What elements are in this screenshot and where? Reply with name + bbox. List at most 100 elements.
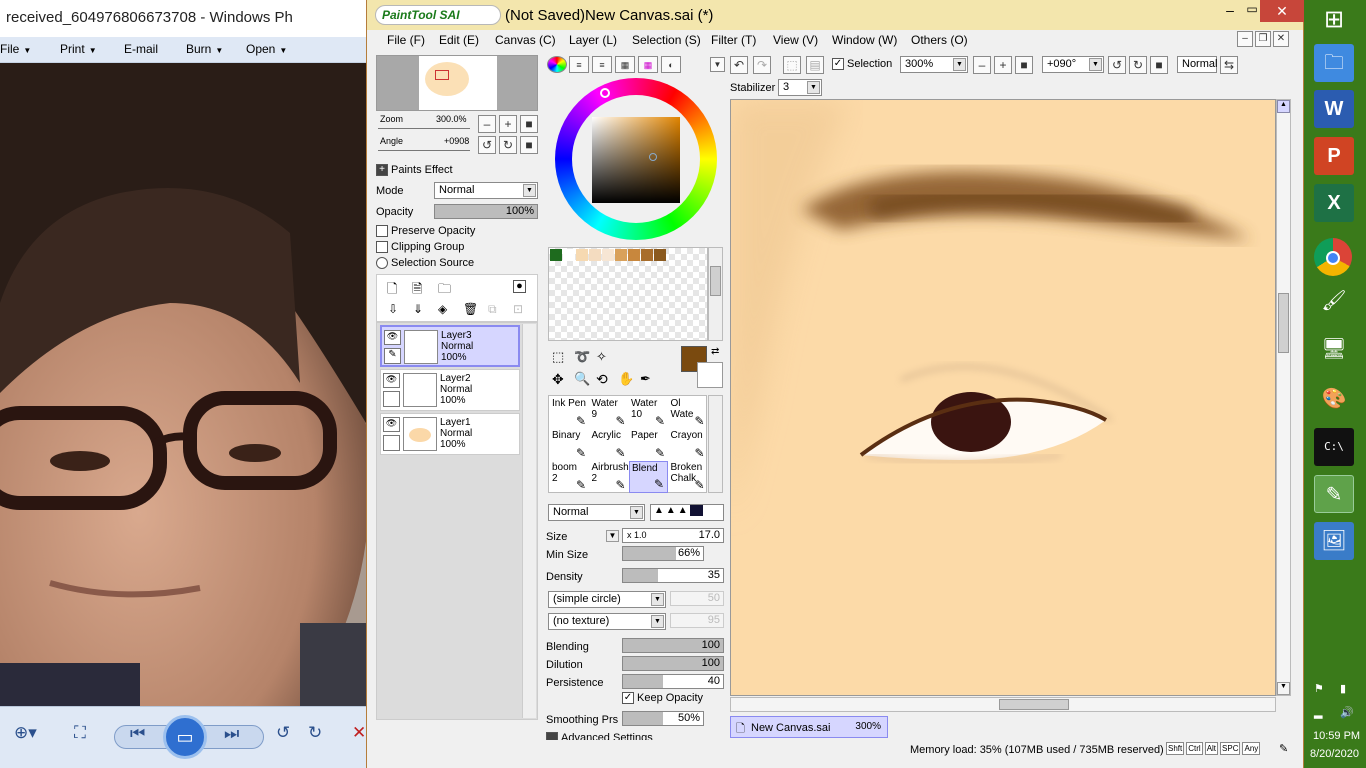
- undo-button[interactable]: ↶: [730, 56, 748, 74]
- remote-desktop-icon[interactable]: 🖥: [1314, 330, 1354, 368]
- brush-tool-boom[interactable]: boom 2 ✎: [550, 461, 589, 493]
- toolbar-rotate-reset-button[interactable]: ■: [1150, 56, 1168, 74]
- scratchpad-tab-icon[interactable]: ◐: [661, 56, 681, 73]
- color-wheel-tab-icon[interactable]: [547, 56, 567, 73]
- photo-viewer-icon[interactable]: 🖼: [1314, 522, 1354, 560]
- eyedropper-icon[interactable]: ✒: [640, 371, 651, 387]
- toolbar-zoom-reset-button[interactable]: ■: [1015, 56, 1033, 74]
- delete-icon[interactable]: ✕: [352, 723, 366, 743]
- canvas-horizontal-scrollbar[interactable]: [730, 697, 1276, 712]
- layer-mask-icon[interactable]: ●: [513, 280, 526, 293]
- new-linework-layer-icon[interactable]: 🗎: [412, 280, 422, 302]
- network-icon[interactable]: ▂: [1314, 706, 1322, 719]
- brush-shape-selector[interactable]: ▲▲▲: [650, 504, 724, 521]
- rotate-right-icon[interactable]: ↻: [308, 723, 322, 743]
- toolbar-rotate-left-button[interactable]: ↺: [1108, 56, 1126, 74]
- menu-file[interactable]: File (F): [387, 33, 425, 47]
- scroll-down-icon[interactable]: ▼: [1277, 682, 1290, 695]
- brush-tool-paper[interactable]: Paper ✎: [629, 429, 668, 461]
- lasso-select-icon[interactable]: ➰: [574, 349, 590, 365]
- advanced-settings-toggle[interactable]: Advanced Settings: [546, 732, 653, 740]
- transfer-down-icon[interactable]: ⇩: [388, 302, 398, 316]
- brush-tool-acrylic[interactable]: Acrylic ✎: [590, 429, 629, 461]
- smoothing-slider[interactable]: 50%: [622, 711, 704, 726]
- zoom-slider[interactable]: [378, 126, 470, 129]
- toolbar-rotate-right-button[interactable]: ↻: [1129, 56, 1147, 74]
- zoom-reset-button[interactable]: ■: [520, 115, 538, 133]
- file-explorer-icon[interactable]: 🗀: [1314, 44, 1354, 82]
- windows-start-icon[interactable]: ⊞: [1314, 1, 1354, 39]
- brush-tool-water[interactable]: Water 9 ✎: [590, 397, 629, 429]
- move-icon[interactable]: ✥: [552, 371, 564, 388]
- brush-tool-binary[interactable]: Binary ✎: [550, 429, 589, 461]
- menu-canvas[interactable]: Canvas (C): [495, 33, 556, 47]
- paint-tool-icon[interactable]: 🖌: [1314, 282, 1354, 320]
- color-swatch[interactable]: [602, 249, 614, 261]
- rotate-reset-button[interactable]: ■: [520, 136, 538, 154]
- menu-others[interactable]: Others (O): [911, 33, 968, 47]
- toolbar-menu-dropdown[interactable]: ▼: [710, 57, 725, 72]
- swatch-tab-icon[interactable]: ▦: [638, 56, 658, 73]
- pv-menu-burn[interactable]: Burn ▼: [186, 42, 223, 56]
- hsv-slider-tab-icon[interactable]: ≡: [592, 56, 612, 73]
- tray-flag-icon[interactable]: ⚑: [1314, 682, 1324, 695]
- paint-tool-sai-icon[interactable]: ✎: [1314, 475, 1354, 513]
- command-prompt-icon[interactable]: C:\: [1314, 428, 1354, 466]
- color-swatch[interactable]: [576, 249, 588, 261]
- view-mode-select[interactable]: Normal: [1177, 56, 1217, 73]
- menu-filter[interactable]: Filter (T): [711, 33, 756, 47]
- battery-icon[interactable]: ▮: [1340, 682, 1346, 695]
- hand-tool-icon[interactable]: ✋: [618, 371, 634, 387]
- brush-blend-mode-select[interactable]: Normal ▼: [548, 504, 645, 521]
- actual-size-icon[interactable]: ⛶: [74, 723, 86, 743]
- new-folder-icon[interactable]: 🗀: [438, 280, 451, 302]
- menu-view[interactable]: View (V): [773, 33, 818, 47]
- next-icon[interactable]: ⏭: [224, 724, 239, 744]
- size-slider[interactable]: x 1.0 17.0: [622, 528, 724, 543]
- color-swatch[interactable]: [550, 249, 562, 261]
- color-swatch[interactable]: [641, 249, 653, 261]
- swatch-grid[interactable]: [548, 247, 708, 341]
- doc-restore-button[interactable]: ❐: [1255, 31, 1271, 47]
- dilution-slider[interactable]: 100: [622, 656, 724, 671]
- brush-tool-airbrush[interactable]: Airbrush 2 ✎: [590, 461, 629, 493]
- rotate-tool-icon[interactable]: ⟲: [596, 371, 608, 388]
- layer-item-layer3[interactable]: 👁 ✎ Layer3 Normal 100%: [380, 325, 520, 367]
- visibility-eye-icon[interactable]: 👁: [383, 373, 400, 388]
- word-icon[interactable]: W: [1314, 90, 1354, 128]
- slideshow-button[interactable]: ▭: [163, 715, 207, 759]
- visibility-eye-icon[interactable]: 👁: [383, 417, 400, 432]
- brush-tool-ol-wate[interactable]: Ol Wate ✎: [669, 397, 708, 429]
- layer-opacity-slider[interactable]: 100%: [434, 204, 538, 219]
- zoom-select[interactable]: 300% ▼: [900, 56, 968, 73]
- mask-link-icon[interactable]: ⊡: [513, 302, 523, 316]
- texture-strength-slider[interactable]: 95: [670, 613, 724, 628]
- brush-tool-water[interactable]: Water 10 ✎: [629, 397, 668, 429]
- visibility-eye-icon[interactable]: 👁: [384, 330, 401, 345]
- angle-slider[interactable]: [378, 148, 470, 151]
- layer-mode-select[interactable]: Normal ▼: [434, 182, 538, 199]
- rect-select-icon[interactable]: ⬚: [552, 349, 564, 365]
- intermediate-color-tab-icon[interactable]: ▦: [615, 56, 635, 73]
- persistence-slider[interactable]: 40: [622, 674, 724, 689]
- layer-item-layer1[interactable]: 👁 Layer1 Normal 100%: [380, 413, 520, 455]
- apply-mask-icon[interactable]: ⧉: [488, 302, 497, 317]
- selection-visible-checkbox[interactable]: ✓ Selection: [832, 58, 892, 71]
- rotate-left-icon[interactable]: ↺: [276, 723, 290, 743]
- brush-texture-select[interactable]: (no texture) ▼: [548, 613, 666, 630]
- size-multiplier-dropdown[interactable]: ▼: [606, 530, 619, 542]
- min-size-slider[interactable]: 66%: [622, 546, 704, 561]
- clear-layer-icon[interactable]: ◈: [438, 302, 447, 316]
- close-button[interactable]: ✕: [1260, 0, 1304, 22]
- keep-opacity-checkbox[interactable]: ✓ Keep Opacity: [622, 692, 703, 705]
- rgb-slider-tab-icon[interactable]: ≡: [569, 56, 589, 73]
- flip-horizontal-button[interactable]: ⇆: [1220, 56, 1238, 74]
- rotate-right-button[interactable]: ↻: [499, 136, 517, 154]
- doc-minimize-button[interactable]: –: [1237, 31, 1253, 47]
- brush-tool-ink-pen[interactable]: Ink Pen ✎: [550, 397, 589, 429]
- excel-icon[interactable]: X: [1314, 184, 1354, 222]
- volume-icon[interactable]: 🔊: [1340, 706, 1354, 719]
- sv-picker-marker[interactable]: [649, 153, 657, 161]
- clock-date[interactable]: 8/20/2020: [1310, 748, 1359, 760]
- pv-menu-file[interactable]: File ▼: [0, 42, 31, 56]
